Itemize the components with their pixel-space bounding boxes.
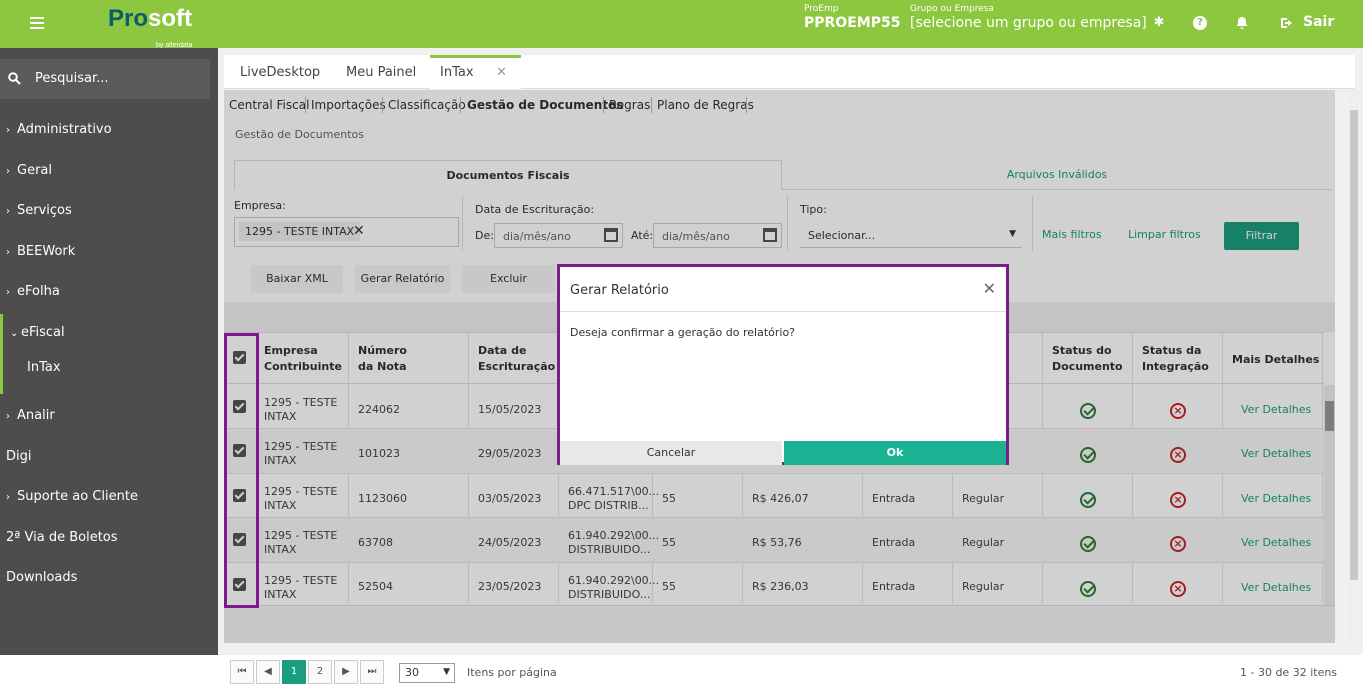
sidebar-item-efiscal[interactable]: ⌄ eFiscal <box>0 323 210 343</box>
sidebar-item-intax[interactable]: InTax <box>0 358 210 378</box>
close-tab-icon[interactable]: ✕ <box>496 58 507 88</box>
per-page-label: Itens por página <box>467 666 557 679</box>
sidebar-item-administrativo[interactable]: › Administrativo <box>0 120 210 140</box>
sidebar-search[interactable]: Pesquisar... <box>0 59 210 99</box>
bell-icon[interactable] <box>1235 16 1249 30</box>
logout-button[interactable]: Sair <box>1303 14 1334 30</box>
tab-bar: LiveDesktop Meu Painel InTax ✕ <box>224 55 1355 89</box>
sidebar-item-downloads[interactable]: Downloads <box>0 568 210 588</box>
search-placeholder: Pesquisar... <box>35 71 109 86</box>
checkbox-column-highlight <box>224 333 259 608</box>
prosoft-logo: Prosoft by alterdata <box>108 5 193 49</box>
dialog-title: Gerar Relatório <box>570 283 669 298</box>
hamburger-menu-icon[interactable] <box>30 17 44 19</box>
sidebar-item-analir[interactable]: › Analir <box>0 406 210 426</box>
logout-icon[interactable] <box>1280 16 1294 30</box>
gerar-relatorio-dialog: Gerar Relatório ✕ Deseja confirmar a ger… <box>557 264 1009 465</box>
sidebar: Pesquisar... › Administrativo › Geral › Ser… <box>0 48 218 655</box>
page-2-button[interactable]: 2 <box>308 660 332 684</box>
pagination-summary: 1 - 30 de 32 itens <box>1240 666 1338 679</box>
top-bar: Prosoft by alterdata ProEmp PPROEMP55 Gru… <box>0 0 1363 49</box>
chevron-right-icon: › <box>6 411 10 422</box>
proemp-label: ProEmp <box>804 4 839 14</box>
first-page-icon[interactable]: ⏮ <box>230 660 254 684</box>
grupo-selector[interactable]: [selecione um grupo ou empresa] <box>910 15 1147 31</box>
gear-icon[interactable]: ✱ <box>1152 16 1166 30</box>
proemp-value[interactable]: PPROEMP55 <box>804 15 900 31</box>
last-page-icon[interactable]: ⏭ <box>360 660 384 684</box>
grupo-label: Grupo ou Empresa <box>910 4 994 14</box>
close-icon[interactable]: ✕ <box>983 279 996 298</box>
chevron-right-icon: › <box>6 492 10 503</box>
search-icon <box>8 72 21 85</box>
dialog-message: Deseja confirmar a geração do relatório? <box>570 326 796 339</box>
sidebar-item-servicos[interactable]: › Serviços <box>0 201 210 221</box>
chevron-right-icon: › <box>6 125 10 136</box>
per-page-select[interactable]: 30 ▼ <box>399 663 455 683</box>
chevron-right-icon: › <box>6 287 10 298</box>
page-scrollbar[interactable] <box>1349 90 1359 643</box>
prev-page-icon[interactable]: ◀ <box>256 660 280 684</box>
sidebar-item-geral[interactable]: › Geral <box>0 161 210 181</box>
chevron-right-icon: › <box>6 247 10 258</box>
sidebar-item-suporte[interactable]: › Suporte ao Cliente <box>0 487 210 507</box>
tab-meu-painel[interactable]: Meu Painel <box>336 55 426 89</box>
chevron-right-icon: › <box>6 206 10 217</box>
sidebar-item-efolha[interactable]: › eFolha <box>0 282 210 302</box>
ok-button[interactable]: Ok <box>784 441 1006 465</box>
sidebar-item-digi[interactable]: Digi <box>0 447 210 467</box>
next-page-icon[interactable]: ▶ <box>334 660 358 684</box>
tab-livedesktop[interactable]: LiveDesktop <box>230 55 330 89</box>
sidebar-item-boletos[interactable]: 2ª Via de Boletos <box>0 528 210 548</box>
help-icon[interactable]: ? <box>1193 16 1207 30</box>
sidebar-item-beework[interactable]: › BEEWork <box>0 242 210 262</box>
chevron-down-icon: ⌄ <box>10 328 19 339</box>
cancel-button[interactable]: Cancelar <box>560 441 782 465</box>
chevron-right-icon: › <box>6 166 10 177</box>
tab-intax[interactable]: InTax ✕ <box>430 55 521 89</box>
page-1-button[interactable]: 1 <box>282 660 306 684</box>
